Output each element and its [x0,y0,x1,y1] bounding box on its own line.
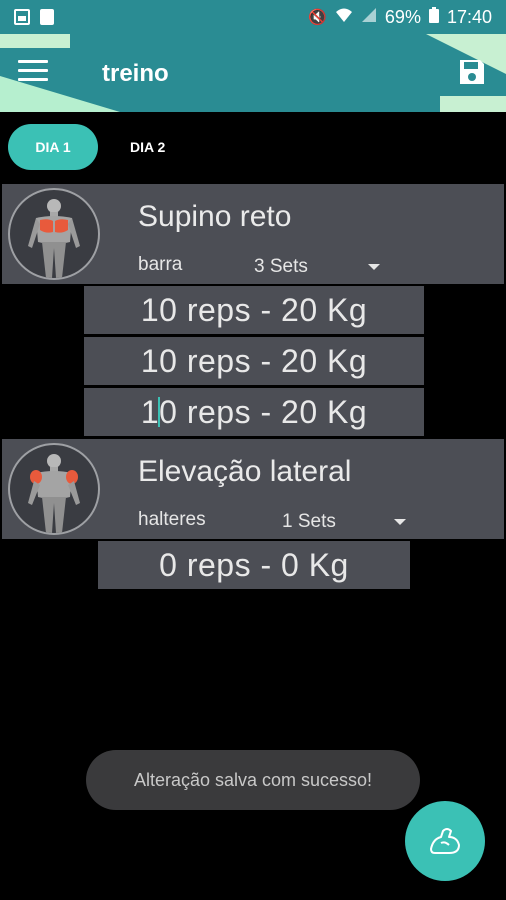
status-bar: 🔇 69% 17:40 [0,0,506,34]
sets-dropdown[interactable]: 3 Sets [254,256,308,278]
set-row-editing[interactable]: 10 reps - 20 Kg [84,388,424,436]
chevron-down-icon[interactable] [368,264,380,270]
clock: 17:40 [446,6,492,27]
app-notification-icon [40,9,54,25]
tab-dia-2[interactable]: DIA 2 [112,124,183,170]
save-icon[interactable] [458,58,486,86]
equipment-label: barra [138,254,183,275]
flexed-arm-icon [430,828,460,854]
exercise-card[interactable]: Supino reto barra 3 Sets [2,184,504,284]
battery-icon [428,6,439,28]
day-tabs: DIA 1 DIA 2 [8,124,183,170]
set-row[interactable]: 10 reps - 20 Kg [84,337,424,385]
toolbar-decoration [440,96,506,112]
battery-percent: 69% [384,6,421,27]
set-row[interactable]: 0 reps - 0 Kg [98,541,410,589]
add-exercise-button[interactable] [405,801,485,881]
tab-dia-1[interactable]: DIA 1 [8,124,98,170]
exercise-name: Supino reto [138,200,292,233]
equipment-label: halteres [138,509,206,530]
status-indicators: 🔇 69% 17:40 [308,6,492,28]
mute-icon: 🔇 [308,9,327,26]
set-text-before-cursor: 1 [140,393,160,430]
shoulder-muscle-icon [8,443,100,535]
notification-icons [14,9,54,25]
toolbar-decoration [0,34,70,48]
set-row[interactable]: 10 reps - 20 Kg [84,286,424,334]
image-notification-icon [14,9,30,25]
wifi-icon [335,7,353,27]
exercise-card[interactable]: Elevação lateral halteres 1 Sets [2,439,504,539]
chest-muscle-icon [8,188,100,280]
success-toast: Alteração salva com sucesso! [86,750,420,810]
menu-icon[interactable] [18,60,48,84]
app-toolbar: treino [0,34,506,112]
set-text-after-cursor: 0 reps - 20 Kg [159,393,368,430]
signal-icon [361,7,377,27]
sets-dropdown[interactable]: 1 Sets [282,511,336,533]
chevron-down-icon[interactable] [394,519,406,525]
exercise-name: Elevação lateral [138,455,352,488]
page-title: treino [102,60,169,87]
